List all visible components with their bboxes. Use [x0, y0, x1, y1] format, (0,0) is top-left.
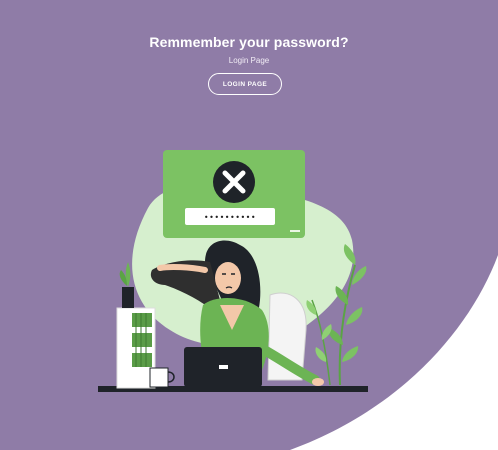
- page-subtitle: Login Page: [228, 56, 270, 65]
- close-x-icon: [213, 161, 255, 203]
- laptop: [184, 347, 262, 387]
- login-page-button[interactable]: LOGIN PAGE: [208, 73, 282, 95]
- bookshelf: [116, 307, 156, 389]
- page-title: Remmember your password?: [149, 34, 349, 50]
- page-background: [0, 0, 498, 450]
- masked-password-text: ••••••••••: [203, 212, 257, 222]
- password-error-card: [163, 150, 305, 238]
